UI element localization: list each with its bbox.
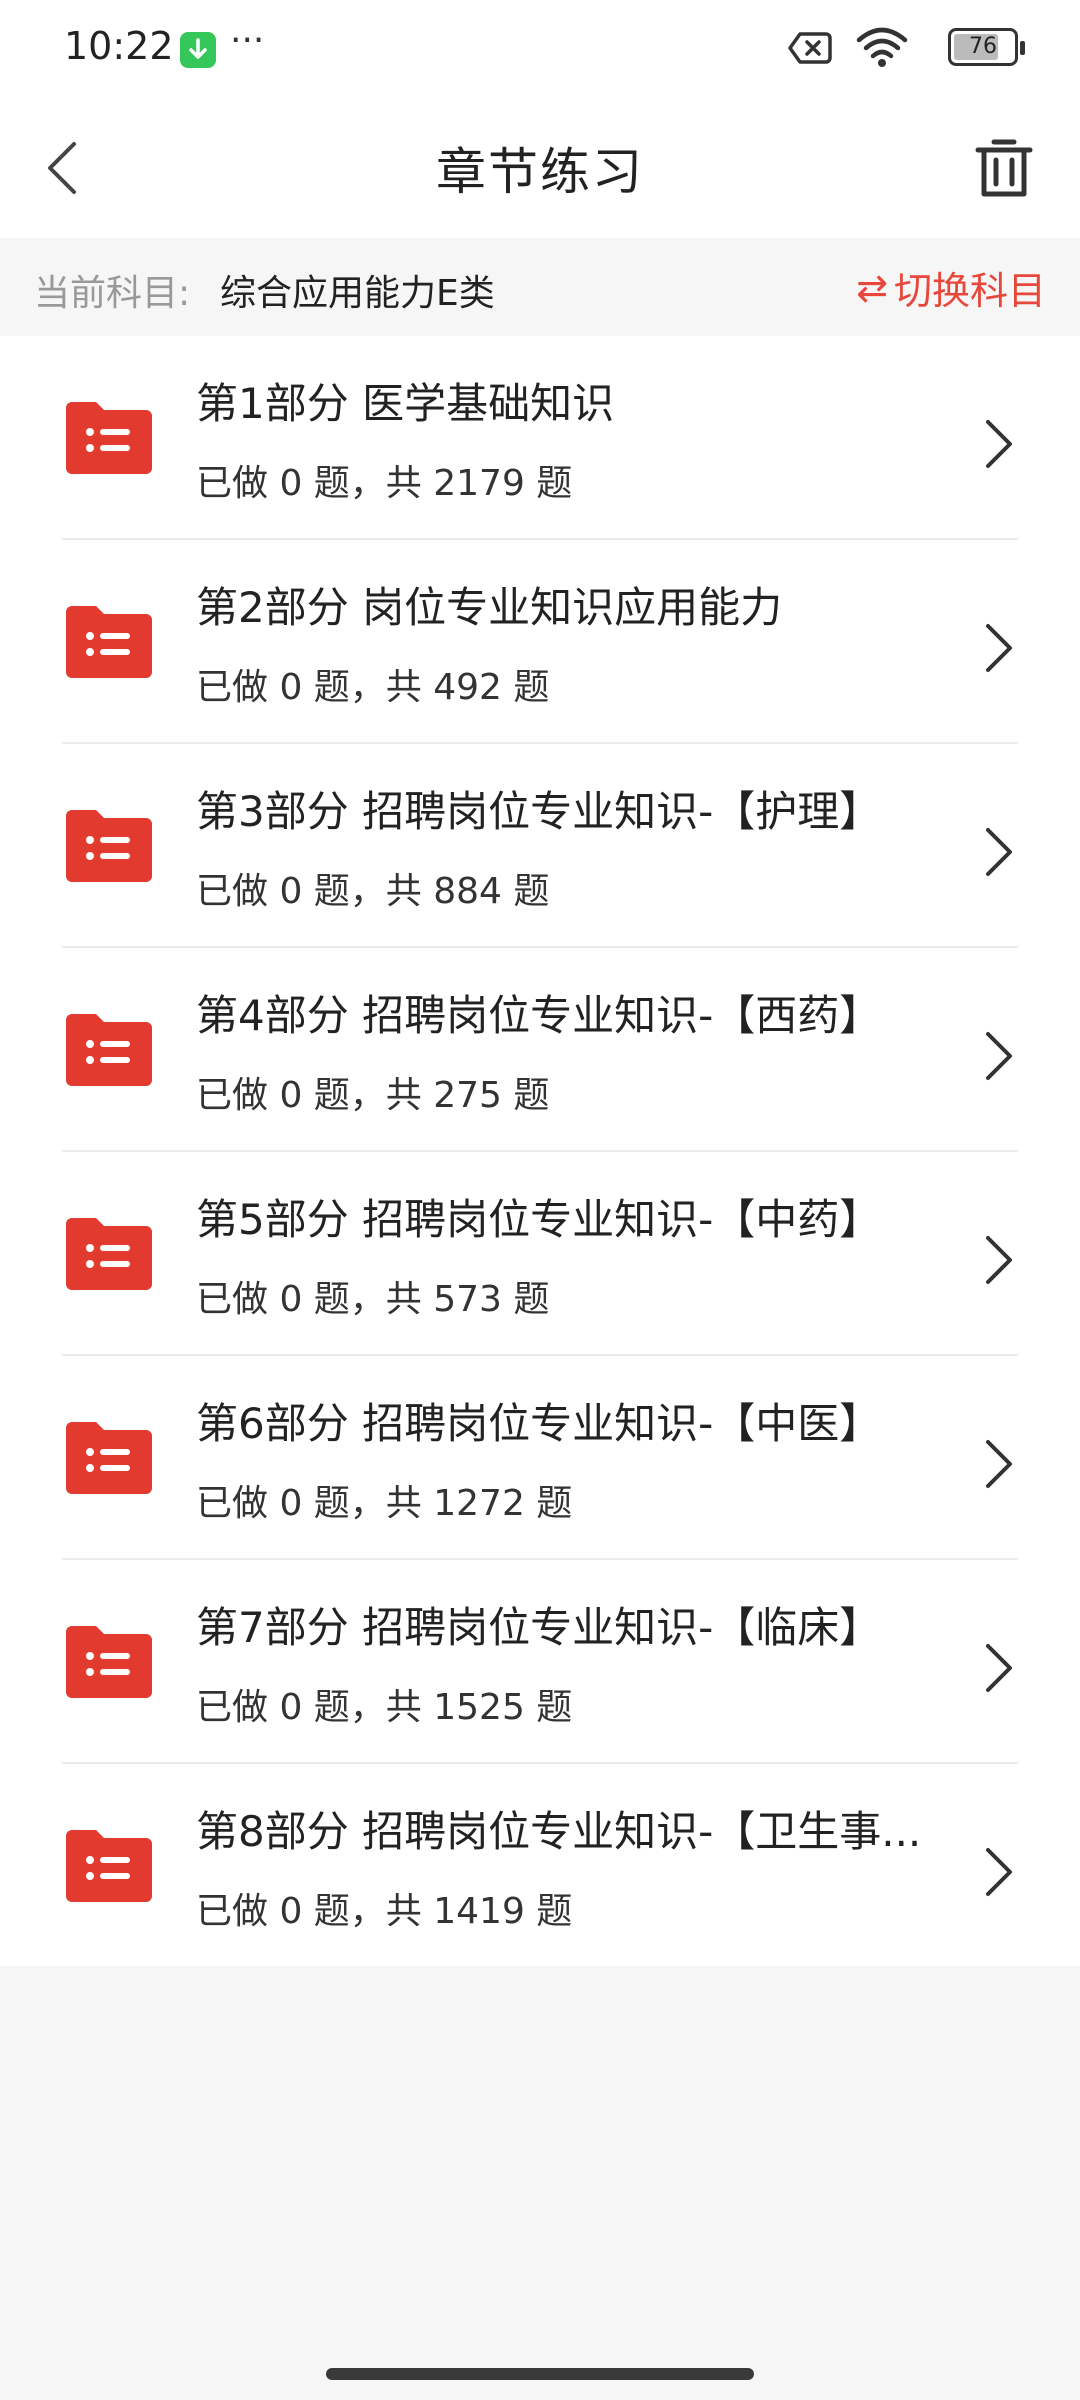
chevron-right-icon bbox=[986, 828, 1012, 876]
chevron-right-icon bbox=[986, 1032, 1012, 1080]
chevron-right-icon bbox=[986, 1236, 1012, 1284]
more-notifications-icon: ··· bbox=[230, 20, 265, 61]
switch-subject-button[interactable]: ⇄ 切换科目 bbox=[856, 260, 1046, 315]
chapter-title: 第7部分 招聘岗位专业知识-【临床】 bbox=[196, 1603, 882, 1652]
chapter-title: 第3部分 招聘岗位专业知识-【护理】 bbox=[196, 787, 882, 836]
chapter-title: 第8部分 招聘岗位专业知识-【卫生事... bbox=[196, 1807, 922, 1856]
swap-arrows-icon: ⇄ bbox=[856, 265, 888, 310]
folder-list-icon bbox=[66, 1014, 152, 1086]
switch-subject-label: 切换科目 bbox=[893, 269, 1046, 313]
app-header: 章节练习 bbox=[0, 96, 1080, 238]
chapter-item[interactable]: 第8部分 招聘岗位专业知识-【卫生事... 已做 0 题，共 1419 题 bbox=[62, 1764, 1018, 1966]
status-time: 10:22 bbox=[64, 24, 174, 68]
chapter-title: 第2部分 岗位专业知识应用能力 bbox=[196, 583, 783, 632]
folder-list-icon bbox=[66, 606, 152, 678]
chevron-right-icon bbox=[986, 1440, 1012, 1488]
folder-list-icon bbox=[66, 1830, 152, 1902]
chapter-list: 第1部分 医学基础知识已做 0 题，共 2179 题第2部分 岗位专业知识应用能… bbox=[0, 336, 1080, 1966]
back-button[interactable] bbox=[36, 132, 116, 202]
chapter-title: 第1部分 医学基础知识 bbox=[196, 379, 615, 428]
chapter-progress: 已做 0 题，共 492 题 bbox=[196, 667, 550, 708]
download-icon bbox=[180, 32, 216, 68]
chapter-progress: 已做 0 题，共 2179 题 bbox=[196, 463, 573, 504]
current-subject-label: 当前科目: bbox=[34, 273, 191, 314]
chapter-progress: 已做 0 题，共 1272 题 bbox=[196, 1483, 573, 1524]
delete-button[interactable] bbox=[964, 132, 1044, 202]
trash-icon bbox=[975, 139, 1033, 197]
status-bar: 10:22 ··· 76 bbox=[0, 0, 1080, 96]
chapter-progress: 已做 0 题，共 275 题 bbox=[196, 1075, 550, 1116]
wifi-icon bbox=[856, 27, 908, 67]
chapter-item[interactable]: 第6部分 招聘岗位专业知识-【中医】已做 0 题，共 1272 题 bbox=[62, 1356, 1018, 1560]
chapter-progress: 已做 0 题，共 1525 题 bbox=[196, 1687, 573, 1728]
chevron-right-icon bbox=[986, 420, 1012, 468]
chapter-title: 第5部分 招聘岗位专业知识-【中药】 bbox=[196, 1195, 882, 1244]
chapter-item[interactable]: 第3部分 招聘岗位专业知识-【护理】已做 0 题，共 884 题 bbox=[62, 744, 1018, 948]
folder-list-icon bbox=[66, 1422, 152, 1494]
chevron-left-icon bbox=[48, 142, 76, 194]
battery-level: 76 bbox=[969, 34, 997, 59]
page-title: 章节练习 bbox=[436, 143, 644, 201]
folder-list-icon bbox=[66, 1218, 152, 1290]
chapter-item[interactable]: 第7部分 招聘岗位专业知识-【临床】已做 0 题，共 1525 题 bbox=[62, 1560, 1018, 1764]
chapter-title: 第6部分 招聘岗位专业知识-【中医】 bbox=[196, 1399, 882, 1448]
folder-list-icon bbox=[66, 1626, 152, 1698]
home-indicator[interactable] bbox=[326, 2368, 754, 2380]
chapter-item[interactable]: 第2部分 岗位专业知识应用能力已做 0 题，共 492 题 bbox=[62, 540, 1018, 744]
chapter-item[interactable]: 第4部分 招聘岗位专业知识-【西药】已做 0 题，共 275 题 bbox=[62, 948, 1018, 1152]
no-sim-icon bbox=[788, 32, 832, 64]
chapter-progress: 已做 0 题，共 884 题 bbox=[196, 871, 550, 912]
chevron-right-icon bbox=[986, 1848, 1012, 1896]
folder-list-icon bbox=[66, 810, 152, 882]
chapter-item[interactable]: 第1部分 医学基础知识已做 0 题，共 2179 题 bbox=[62, 336, 1018, 540]
battery-indicator: 76 bbox=[948, 28, 1025, 66]
chapter-item[interactable]: 第5部分 招聘岗位专业知识-【中药】已做 0 题，共 573 题 bbox=[62, 1152, 1018, 1356]
folder-list-icon bbox=[66, 402, 152, 474]
subject-bar: 当前科目: 综合应用能力E类 ⇄ 切换科目 bbox=[0, 238, 1080, 336]
chapter-progress: 已做 0 题，共 1419 题 bbox=[196, 1891, 573, 1932]
current-subject-value: 综合应用能力E类 bbox=[220, 273, 495, 314]
chevron-right-icon bbox=[986, 1644, 1012, 1692]
chapter-title: 第4部分 招聘岗位专业知识-【西药】 bbox=[196, 991, 882, 1040]
chevron-right-icon bbox=[986, 624, 1012, 672]
chapter-progress: 已做 0 题，共 573 题 bbox=[196, 1279, 550, 1320]
